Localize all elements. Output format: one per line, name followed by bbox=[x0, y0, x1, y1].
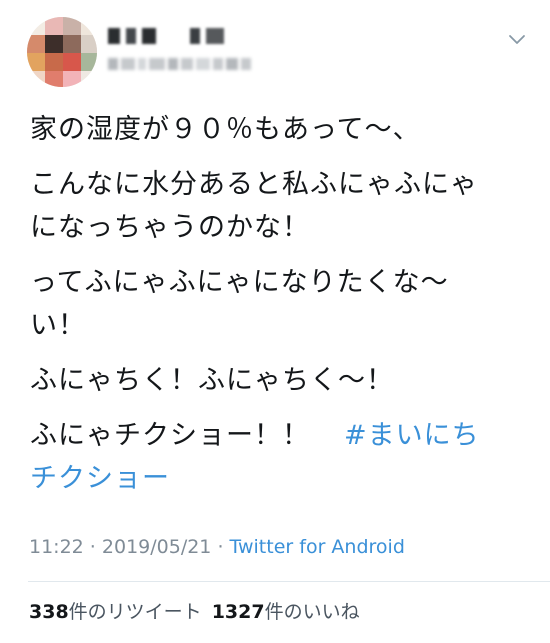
tweet-text: 家の湿度が９０％もあって〜、 こんなに水分あると私ふにゃふにゃ になっちゃうのか… bbox=[30, 108, 530, 500]
tweet-text-line: ふにゃチクショー！！ bbox=[30, 420, 310, 451]
retweets-stat[interactable]: 338件のリツイート bbox=[29, 601, 202, 623]
tweet-time[interactable]: 11:22 bbox=[29, 536, 84, 558]
likes-label: 件のいいね bbox=[264, 601, 360, 623]
tweet-text-line: になっちゃうのかな！ bbox=[30, 212, 310, 243]
hashtag-continuation: チクショー bbox=[30, 457, 530, 500]
meta-separator: · bbox=[211, 536, 230, 558]
tweet-card: 家の湿度が９０％もあって〜、 こんなに水分あると私ふにゃふにゃ になっちゃうのか… bbox=[0, 0, 550, 643]
handle-redacted[interactable] bbox=[108, 58, 251, 72]
tweet-date[interactable]: 2019/05/21 bbox=[102, 536, 212, 558]
likes-count: 1327 bbox=[211, 601, 265, 623]
tweet-text-line: ってふにゃふにゃになりたくな〜 bbox=[30, 267, 449, 298]
tweet-source-link[interactable]: Twitter for Android bbox=[230, 536, 405, 558]
avatar[interactable] bbox=[27, 17, 97, 87]
tweet-meta: 11:22 · 2019/05/21 · Twitter for Android bbox=[29, 536, 405, 558]
tweet-text-line: ふにゃちく！ふにゃちく〜！ bbox=[30, 365, 394, 396]
retweets-count: 338 bbox=[29, 601, 69, 623]
divider bbox=[28, 581, 550, 582]
meta-separator: · bbox=[83, 536, 102, 558]
likes-stat[interactable]: 1327件のいいね bbox=[212, 601, 360, 623]
tweet-text-line-with-hashtag: ふにゃチクショー！！ #まいにち bbox=[30, 414, 530, 457]
chevron-down-icon[interactable] bbox=[506, 28, 528, 50]
tweet-text-line: い！ bbox=[30, 310, 86, 341]
tweet-text-line: こんなに水分あると私ふにゃふにゃ bbox=[30, 169, 478, 200]
tweet-stats: 338件のリツイート 1327件のいいね bbox=[29, 597, 360, 624]
hashtag-link[interactable]: #まいにち bbox=[344, 420, 480, 451]
display-name-redacted[interactable] bbox=[108, 28, 224, 46]
tweet-text-line: 家の湿度が９０％もあって〜、 bbox=[30, 114, 421, 145]
hashtag-link-continued[interactable]: チクショー bbox=[30, 463, 170, 494]
retweets-label: 件のリツイート bbox=[68, 601, 202, 623]
